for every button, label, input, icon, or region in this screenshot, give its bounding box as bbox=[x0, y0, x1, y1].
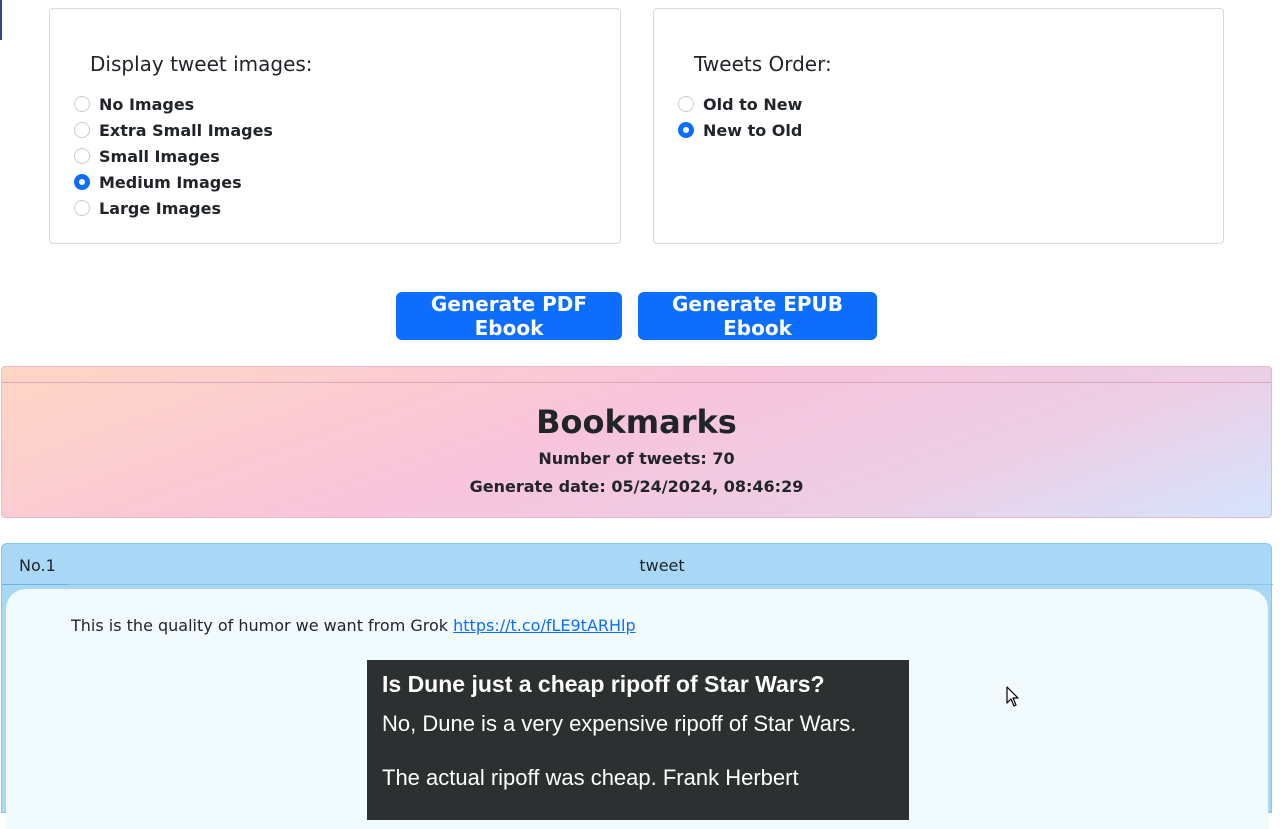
tweet-body: This is the quality of humor we want fro… bbox=[6, 589, 1268, 829]
image-options-list: No Images Extra Small Images Small Image… bbox=[74, 91, 273, 221]
tweet-count: Number of tweets: 70 bbox=[538, 449, 735, 468]
radio-button[interactable] bbox=[74, 148, 90, 164]
tweet-text-content: This is the quality of humor we want fro… bbox=[71, 616, 454, 635]
divider bbox=[2, 382, 1271, 383]
radio-label: New to Old bbox=[703, 120, 803, 140]
tweet-image[interactable]: Is Dune just a cheap ripoff of Star Wars… bbox=[367, 660, 909, 820]
order-options-title: Tweets Order: bbox=[694, 52, 832, 76]
image-options-title: Display tweet images: bbox=[90, 52, 313, 76]
bookmarks-title: Bookmarks bbox=[536, 403, 737, 441]
image-answer-text: No, Dune is a very expensive ripoff of S… bbox=[382, 711, 857, 736]
tweet-header-label: tweet bbox=[639, 556, 685, 575]
radio-button[interactable] bbox=[74, 200, 90, 216]
radio-label: Large Images bbox=[99, 198, 222, 218]
image-options-panel: Display tweet images: No Images Extra Sm… bbox=[49, 8, 621, 244]
radio-extra-small-images[interactable]: Extra Small Images bbox=[74, 117, 273, 143]
radio-button[interactable] bbox=[74, 96, 90, 112]
radio-button[interactable] bbox=[74, 122, 90, 138]
radio-button[interactable] bbox=[678, 96, 694, 112]
radio-label: Small Images bbox=[99, 146, 220, 166]
left-edge-accent bbox=[0, 0, 2, 40]
tweet-link[interactable]: https://t.co/fLE9tARHlp bbox=[453, 616, 636, 635]
image-answer-text: The actual ripoff was cheap. Frank Herbe… bbox=[382, 765, 799, 790]
order-options-list: Old to New New to Old bbox=[678, 91, 802, 143]
radio-label: Old to New bbox=[703, 94, 803, 114]
tweet-text: This is the quality of humor we want fro… bbox=[71, 616, 636, 635]
generate-epub-button[interactable]: Generate EPUB Ebook bbox=[638, 292, 877, 340]
generate-pdf-button[interactable]: Generate PDF Ebook bbox=[396, 292, 622, 340]
radio-button-checked[interactable] bbox=[678, 122, 694, 138]
generate-date: Generate date: 05/24/2024, 08:46:29 bbox=[469, 477, 804, 496]
tweet-card: No.1 tweet This is the quality of humor … bbox=[1, 543, 1273, 829]
radio-label: Medium Images bbox=[99, 172, 242, 192]
radio-label: No Images bbox=[99, 94, 195, 114]
radio-no-images[interactable]: No Images bbox=[74, 91, 273, 117]
radio-large-images[interactable]: Large Images bbox=[74, 195, 273, 221]
bookmarks-header: Bookmarks Number of tweets: 70 Generate … bbox=[1, 366, 1272, 518]
radio-button-checked[interactable] bbox=[74, 174, 90, 190]
image-question-text: Is Dune just a cheap ripoff of Star Wars… bbox=[382, 671, 825, 697]
radio-label: Extra Small Images bbox=[99, 120, 273, 140]
order-options-panel: Tweets Order: Old to New New to Old bbox=[653, 8, 1224, 244]
radio-new-to-old[interactable]: New to Old bbox=[678, 117, 802, 143]
mouse-cursor-icon bbox=[1006, 686, 1019, 707]
radio-small-images[interactable]: Small Images bbox=[74, 143, 273, 169]
divider bbox=[2, 584, 68, 585]
radio-old-to-new[interactable]: Old to New bbox=[678, 91, 802, 117]
radio-medium-images[interactable]: Medium Images bbox=[74, 169, 273, 195]
divider bbox=[68, 584, 1273, 585]
